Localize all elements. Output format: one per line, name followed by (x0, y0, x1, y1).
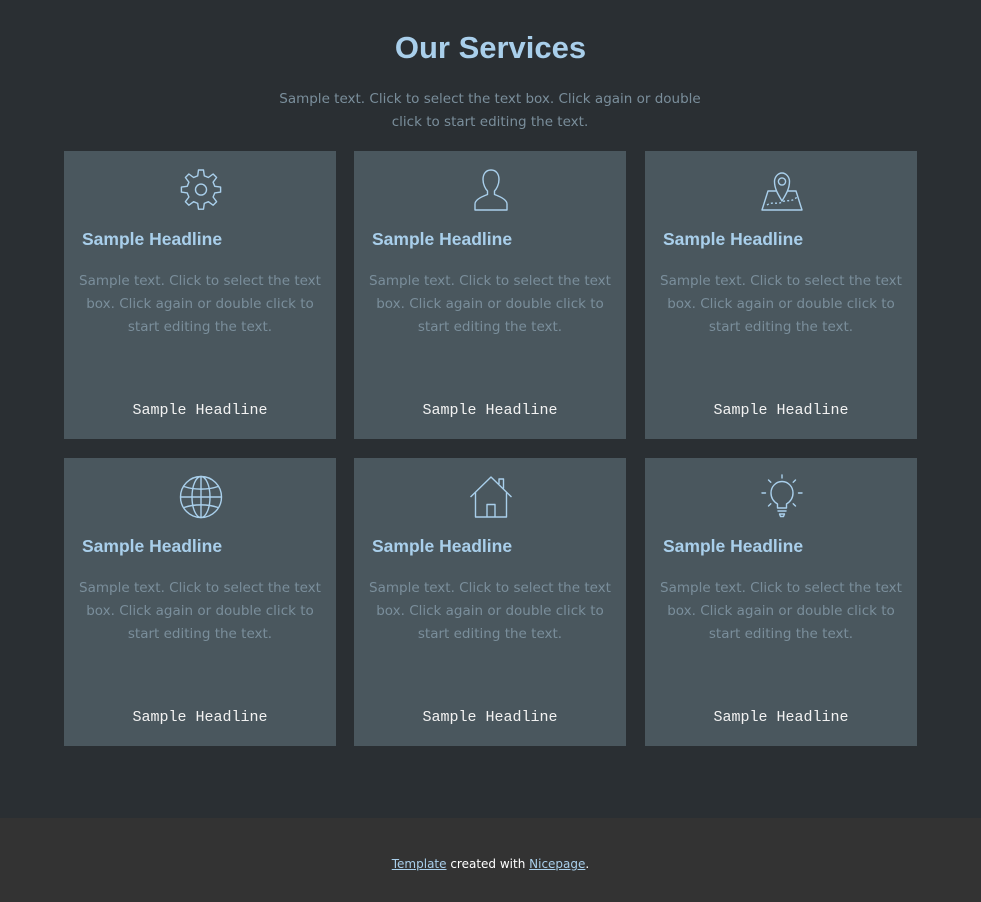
card-link[interactable]: Sample Headline (64, 400, 336, 422)
footer-text: created with (446, 857, 530, 871)
globe-icon (178, 474, 224, 520)
map-pin-icon (759, 167, 805, 213)
service-card: Sample Headline Sample text. Click to se… (64, 458, 336, 746)
card-headline: Sample Headline (663, 536, 804, 556)
card-link[interactable]: Sample Headline (645, 707, 917, 729)
footer-period: . (585, 857, 590, 871)
footer: Template created with Nicepage. (0, 818, 981, 902)
service-card: Sample Headline Sample text. Click to se… (645, 458, 917, 746)
lightbulb-icon (759, 474, 805, 520)
template-link[interactable]: Template (392, 857, 447, 871)
card-link[interactable]: Sample Headline (645, 400, 917, 422)
footer-credit: Template created with Nicepage. (0, 855, 981, 873)
service-card: Sample Headline Sample text. Click to se… (354, 458, 626, 746)
card-text: Sample text. Click to select the text bo… (79, 580, 321, 642)
gear-icon (178, 167, 224, 213)
card-text: Sample text. Click to select the text bo… (79, 273, 321, 335)
home-icon (468, 474, 514, 520)
service-card: Sample Headline Sample text. Click to se… (64, 151, 336, 439)
card-text: Sample text. Click to select the text bo… (369, 580, 611, 642)
card-text: Sample text. Click to select the text bo… (660, 273, 902, 335)
card-headline: Sample Headline (82, 536, 223, 556)
card-link[interactable]: Sample Headline (64, 707, 336, 729)
section-subtitle: Sample text. Click to select the text bo… (279, 91, 701, 130)
card-headline: Sample Headline (372, 536, 513, 556)
card-link[interactable]: Sample Headline (354, 400, 626, 422)
card-link[interactable]: Sample Headline (354, 707, 626, 729)
services-section: Our Services Sample text. Click to selec… (0, 0, 981, 818)
card-text: Sample text. Click to select the text bo… (660, 580, 902, 642)
service-card: Sample Headline Sample text. Click to se… (645, 151, 917, 439)
card-headline: Sample Headline (82, 229, 223, 249)
section-title: Our Services (394, 30, 587, 65)
nicepage-link[interactable]: Nicepage (529, 857, 585, 871)
user-icon (468, 167, 514, 213)
card-text: Sample text. Click to select the text bo… (369, 273, 611, 335)
page: Our Services Sample text. Click to selec… (0, 0, 981, 902)
service-card: Sample Headline Sample text. Click to se… (354, 151, 626, 439)
card-headline: Sample Headline (372, 229, 513, 249)
card-headline: Sample Headline (663, 229, 804, 249)
